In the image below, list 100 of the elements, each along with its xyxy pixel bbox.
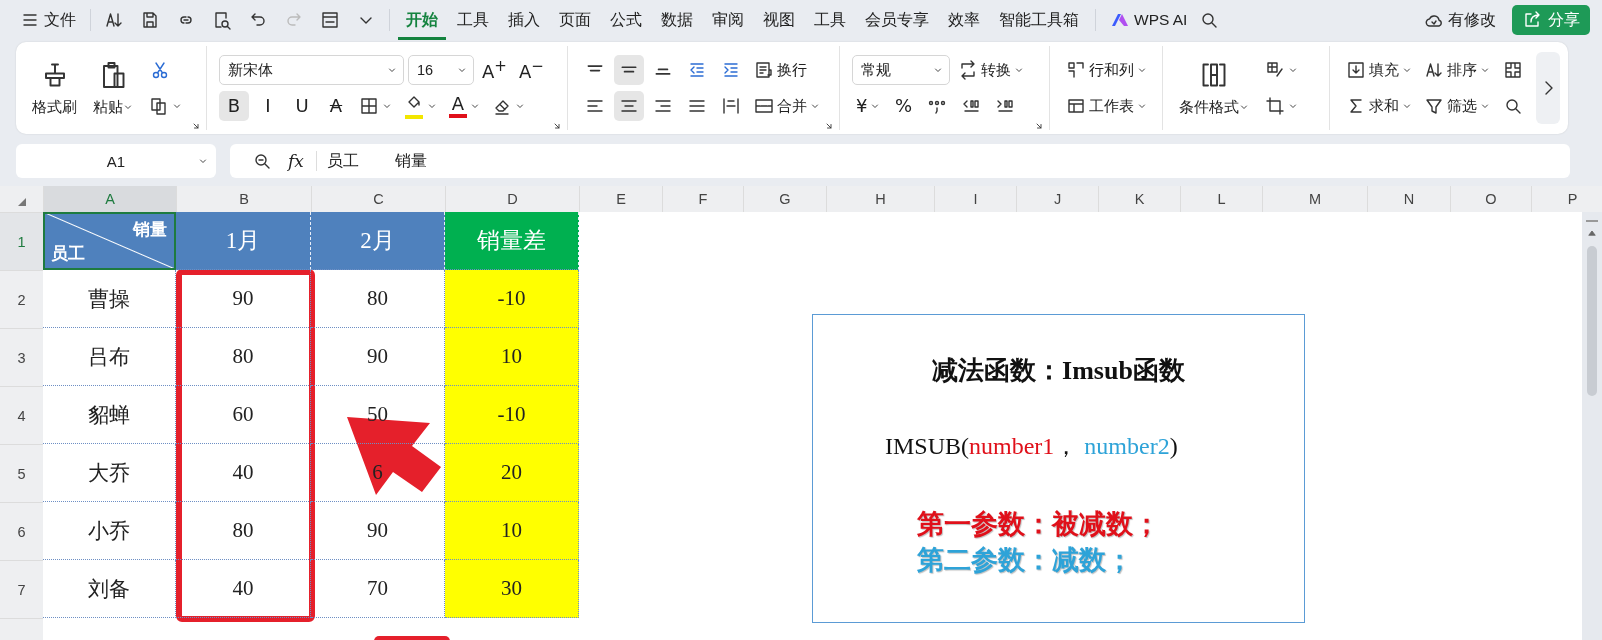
- table-cell: 30: [445, 560, 579, 618]
- table-cell: 刘备: [43, 560, 176, 618]
- table-cell: 小乔: [43, 502, 176, 560]
- borders-icon: [359, 96, 379, 116]
- dropdown-field[interactable]: 16: [408, 55, 474, 85]
- ribbon-tab[interactable]: 公式: [602, 0, 650, 40]
- rows-columns-icon: [1066, 60, 1086, 80]
- scrollbar-thumb[interactable]: [1587, 246, 1597, 396]
- ai-button[interactable]: WPS AI: [1104, 4, 1194, 36]
- zoom-out-icon: [252, 151, 272, 171]
- worksheet-icon: [1066, 96, 1086, 116]
- table-cell: 貂蝉: [43, 386, 176, 444]
- ribbon-button[interactable]: I: [253, 91, 283, 121]
- ribbon-tab[interactable]: 页面: [551, 0, 599, 40]
- crop-icon: [1265, 96, 1285, 116]
- ribbon-button[interactable]: 行和列: [1062, 55, 1151, 85]
- ribbon-tab[interactable]: 工具: [806, 0, 854, 40]
- parameter-note: 第一参数：被减数；: [917, 508, 1161, 541]
- text-box-title: 减法函数：Imsub函数: [932, 355, 1185, 387]
- ribbon-button[interactable]: B: [219, 91, 249, 121]
- ribbon-button[interactable]: 换行: [750, 55, 811, 85]
- table-cell: 40: [176, 560, 311, 618]
- corner-triangle-icon: [17, 198, 26, 206]
- table-cell: 销量 员工: [43, 212, 176, 270]
- table-cell: 80: [176, 502, 311, 560]
- ribbon-button[interactable]: 合并: [750, 91, 824, 121]
- caret-icon: [933, 65, 943, 75]
- ribbon-button[interactable]: 填充: [1342, 55, 1416, 85]
- row-header[interactable]: 5: [0, 444, 43, 502]
- search-icon: [1503, 96, 1523, 116]
- align-middle-icon: [620, 65, 638, 75]
- distribute-icon: [721, 96, 741, 116]
- row-header[interactable]: 4: [0, 386, 43, 444]
- dropdown-field[interactable]: 新宋体: [219, 55, 404, 85]
- wrap-text-icon: [754, 60, 774, 80]
- column-header[interactable]: A: [43, 186, 176, 212]
- caret-icon: [387, 65, 397, 75]
- scroll-up-icon: [1587, 228, 1597, 238]
- table-cell: -10: [445, 270, 579, 328]
- caret-icon: [457, 65, 467, 75]
- ribbon-tab[interactable]: 智能工具箱: [991, 0, 1087, 40]
- table-cell: 2月: [311, 212, 445, 270]
- ribbon-button[interactable]: [614, 55, 644, 85]
- table-cell: 1月: [176, 212, 311, 270]
- sort-icon: [104, 10, 124, 30]
- ribbon-button[interactable]: ¥: [852, 91, 885, 121]
- ribbon-button[interactable]: 格式刷: [28, 57, 81, 119]
- caret-icon: [198, 156, 208, 166]
- share-button[interactable]: 分享: [1512, 5, 1590, 35]
- ribbon-button[interactable]: %: [888, 91, 919, 121]
- ribbon-tab[interactable]: 会员专享: [857, 0, 937, 40]
- filter-icon: [1424, 96, 1444, 116]
- name-box[interactable]: A1: [16, 144, 216, 178]
- ribbon-tab[interactable]: 工具: [449, 0, 497, 40]
- row-header[interactable]: 6: [0, 502, 43, 560]
- ribbon-button[interactable]: A: [321, 91, 351, 121]
- sort-icon: [1424, 60, 1444, 80]
- ribbon-button[interactable]: U: [287, 91, 317, 121]
- ribbon-button[interactable]: 工作表: [1062, 91, 1151, 121]
- formula-field[interactable]: fx 员工 销量: [230, 144, 1570, 178]
- freeze-panes-icon: [1503, 60, 1523, 80]
- ribbon-tab[interactable]: 审阅: [704, 0, 752, 40]
- ribbon-tab[interactable]: 视图: [755, 0, 803, 40]
- file-menu[interactable]: 文件: [14, 4, 82, 36]
- convert-icon: [958, 60, 978, 80]
- ribbon-button[interactable]: A$^{−}$: [514, 55, 548, 85]
- ribbon-tab[interactable]: 效率: [940, 0, 988, 40]
- table-cell: 10: [445, 502, 579, 560]
- table-cell: 90: [176, 270, 311, 328]
- ribbon-button[interactable]: 求和: [1342, 91, 1416, 121]
- table-cell: 10: [445, 328, 579, 386]
- ribbon-tab[interactable]: 数据: [653, 0, 701, 40]
- dropdown-field[interactable]: 常规: [852, 55, 950, 85]
- copy-icon: [149, 96, 169, 116]
- fill-icon: [1346, 60, 1366, 80]
- ribbon-button[interactable]: 排序: [1420, 55, 1494, 85]
- parameter-note: 第二参数：减数；: [917, 544, 1134, 577]
- table-cell: 吕布: [43, 328, 176, 386]
- ribbon-button[interactable]: 粘贴: [89, 57, 137, 119]
- share-icon: [1522, 10, 1542, 30]
- row-header[interactable]: 7: [0, 560, 43, 618]
- ribbon-button[interactable]: [614, 91, 644, 121]
- table-cell: 80: [176, 328, 311, 386]
- ribbon-tab[interactable]: 插入: [500, 0, 548, 40]
- ribbon-button[interactable]: A: [445, 91, 484, 121]
- scroll-dash: [1586, 220, 1598, 222]
- function-syntax: IMSUB(number1， number2): [885, 432, 1179, 461]
- table-cell: 40: [176, 444, 311, 502]
- ribbon-button[interactable]: A$^{+}$: [478, 55, 511, 85]
- row-header[interactable]: 2: [0, 270, 43, 328]
- print-preview-icon: [212, 10, 232, 30]
- ribbon-button[interactable]: 条件格式: [1175, 57, 1253, 119]
- row-header[interactable]: 3: [0, 328, 43, 386]
- table-cell: -10: [445, 386, 579, 444]
- row-header[interactable]: 1: [0, 212, 43, 270]
- ribbon-button[interactable]: 转换: [954, 55, 1028, 85]
- merge-cells-icon: [754, 96, 774, 116]
- ribbon-button[interactable]: 筛选: [1420, 91, 1494, 121]
- panel-icon: [320, 10, 340, 30]
- save-status[interactable]: 有修改: [1418, 4, 1502, 36]
